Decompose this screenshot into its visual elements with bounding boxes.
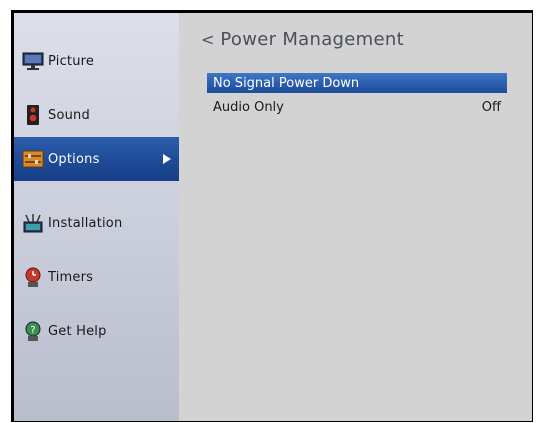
help-icon: ?	[22, 320, 44, 342]
sidebar-item-label: Timers	[48, 269, 94, 285]
sidebar-item-label: Sound	[48, 107, 90, 123]
option-no-signal-power-down[interactable]: No Signal Power Down	[207, 73, 507, 93]
expand-arrow-icon	[163, 154, 171, 164]
option-audio-only[interactable]: Audio Only Off	[207, 97, 507, 117]
sidebar-item-label: Get Help	[48, 323, 107, 339]
timer-icon	[22, 266, 44, 288]
page-header: < Power Management	[201, 29, 404, 50]
option-value: Off	[481, 99, 501, 115]
page-title: Power Management	[220, 29, 404, 50]
sidebar-item-sound[interactable]: Sound	[14, 93, 179, 137]
back-chevron-icon[interactable]: <	[201, 30, 214, 49]
sidebar-item-timers[interactable]: Timers	[14, 255, 179, 299]
option-label: No Signal Power Down	[213, 75, 360, 91]
sidebar-item-options[interactable]: Options	[14, 137, 179, 181]
installation-icon	[22, 212, 44, 234]
tv-screen: Picture Sound Options Installation Timer…	[11, 10, 533, 422]
sidebar-menu: Picture Sound Options Installation Timer…	[14, 13, 179, 421]
settings-panel: < Power Management No Signal Power Down …	[179, 13, 532, 421]
sidebar-item-get-help[interactable]: ? Get Help	[14, 309, 179, 353]
sidebar-item-installation[interactable]: Installation	[14, 201, 179, 245]
sidebar-item-picture[interactable]: Picture	[14, 39, 179, 83]
speaker-icon	[22, 104, 44, 126]
sidebar-item-label: Picture	[48, 53, 95, 69]
option-label: Audio Only	[213, 99, 284, 115]
options-sliders-icon	[22, 148, 44, 170]
tv-picture-icon	[22, 50, 44, 72]
sidebar-item-label: Installation	[48, 215, 123, 231]
sidebar-item-label: Options	[48, 151, 100, 167]
svg-text:?: ?	[30, 325, 35, 336]
